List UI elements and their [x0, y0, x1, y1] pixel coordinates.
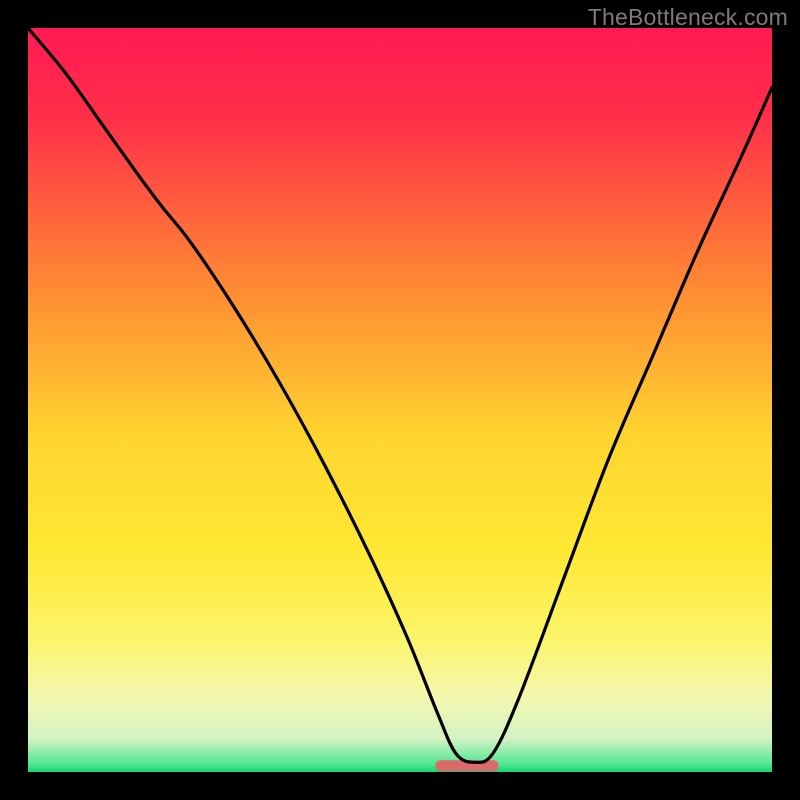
bottleneck-chart — [28, 28, 772, 772]
watermark-text: TheBottleneck.com — [588, 4, 788, 31]
chart-frame — [28, 28, 772, 772]
gradient-background — [28, 28, 772, 772]
